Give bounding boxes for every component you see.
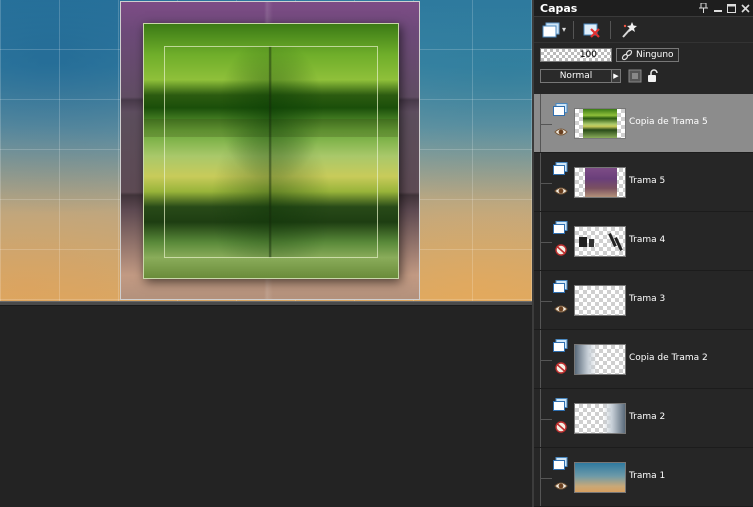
layer-row[interactable]: Trama 4: [534, 212, 753, 271]
layer-thumbnail: [574, 226, 626, 257]
thumb-content: [579, 237, 587, 247]
palette-title: Capas: [540, 1, 578, 15]
layer-group-toggle[interactable]: [628, 69, 642, 83]
artwork-inner-border: [164, 46, 378, 258]
layer-thumbnail: [574, 462, 626, 493]
tree-connector: [540, 301, 552, 302]
tree-connector: [540, 360, 552, 361]
opacity-mask-row: 100 Ninguno: [534, 45, 753, 65]
layer-row[interactable]: Trama 2: [534, 389, 753, 448]
delete-layer-icon: [583, 23, 600, 38]
layer-thumbnail: [574, 285, 626, 316]
raster-layer-icon: [553, 221, 568, 234]
tree-connector: [540, 124, 552, 125]
layer-row[interactable]: Copia de Trama 5: [534, 94, 753, 153]
blend-mode-value: Normal: [559, 71, 593, 81]
tree-connector: [540, 242, 552, 243]
layer-name[interactable]: Trama 4: [629, 235, 665, 245]
thumb-transparency: [617, 109, 625, 138]
layer-row[interactable]: Trama 3: [534, 271, 753, 330]
tree-line: [540, 94, 541, 152]
layer-name[interactable]: Trama 3: [629, 294, 665, 304]
lock-open-icon: [648, 69, 658, 82]
tree-connector: [540, 183, 552, 184]
layer-thumbnail: [574, 403, 626, 434]
layer-thumbnail: [574, 108, 626, 139]
layers-palette: Capas ▾ 100 Ninguno Normal ▶ Copia de Tr…: [532, 0, 753, 507]
new-layer-button[interactable]: [540, 20, 562, 40]
toolbar-separator: [610, 20, 612, 39]
close-icon[interactable]: [739, 2, 752, 15]
eye-hidden-icon[interactable]: [554, 244, 568, 256]
palette-titlebar: Capas: [534, 0, 753, 17]
layer-name[interactable]: Copia de Trama 2: [629, 353, 708, 363]
tree-line: [540, 153, 541, 211]
layer-thumbnail: [574, 344, 626, 375]
eye-icon[interactable]: [554, 126, 568, 138]
layer-name[interactable]: Trama 2: [629, 412, 665, 422]
eye-icon[interactable]: [554, 303, 568, 315]
tree-line: [540, 389, 541, 447]
thumb-content: [575, 345, 597, 374]
raster-layer-icon: [553, 339, 568, 352]
group-layers-icon: [628, 69, 642, 83]
eye-icon[interactable]: [554, 185, 568, 197]
thumb-content: [603, 404, 625, 433]
canvas-workspace[interactable]: [0, 0, 532, 507]
thumb-content: [585, 168, 617, 197]
raster-layer-icon: [553, 162, 568, 175]
mask-selector[interactable]: Ninguno: [616, 48, 679, 62]
layer-name[interactable]: Copia de Trama 5: [629, 117, 708, 127]
raster-layer-icon: [553, 103, 568, 116]
minimize-icon[interactable]: [711, 2, 724, 15]
artwork-green-panel: [143, 23, 399, 279]
thumb-content: [589, 239, 594, 247]
layer-effects-button[interactable]: [618, 20, 640, 40]
link-chain-icon: [621, 49, 633, 61]
thumb-transparency: [575, 109, 583, 138]
layer-name[interactable]: Trama 5: [629, 176, 665, 186]
eye-hidden-icon[interactable]: [554, 362, 568, 374]
delete-layer-button[interactable]: [581, 20, 603, 40]
canvas-divider: [0, 301, 532, 306]
layer-thumbnail: [574, 167, 626, 198]
layer-name[interactable]: Trama 1: [629, 471, 665, 481]
opacity-slider[interactable]: 100: [540, 48, 612, 62]
lock-transparency-button[interactable]: [646, 69, 660, 83]
raster-layer-icon: [553, 398, 568, 411]
eye-icon[interactable]: [554, 480, 568, 492]
raster-layer-icon: [553, 280, 568, 293]
layer-row[interactable]: Copia de Trama 2: [534, 330, 753, 389]
eye-hidden-icon[interactable]: [554, 421, 568, 433]
opacity-value: 100: [579, 50, 597, 60]
magic-wand-icon: [622, 21, 638, 38]
blend-mode-select[interactable]: Normal ▶: [540, 69, 621, 83]
artwork-frame: [120, 1, 420, 300]
tree-connector: [540, 478, 552, 479]
layers-list[interactable]: Copia de Trama 5 Trama 5 Trama 4 Trama 3…: [534, 94, 753, 507]
image-canvas[interactable]: [0, 0, 532, 301]
tree-line: [540, 212, 541, 270]
mask-label: Ninguno: [636, 50, 674, 60]
chevron-right-icon[interactable]: ▶: [611, 69, 621, 83]
tree-connector: [540, 419, 552, 420]
blend-mode-row: Normal ▶: [534, 66, 753, 86]
new-raster-layer-icon: [542, 22, 560, 37]
layer-row[interactable]: Trama 5: [534, 153, 753, 212]
toolbar-separator: [573, 20, 575, 39]
layer-row[interactable]: Trama 1: [534, 448, 753, 507]
palette-toolbar: ▾: [534, 17, 753, 43]
raster-layer-icon: [553, 457, 568, 470]
chevron-down-icon[interactable]: ▾: [562, 25, 566, 34]
maximize-icon[interactable]: [725, 2, 738, 15]
pin-icon[interactable]: [697, 2, 710, 15]
tree-line: [540, 330, 541, 388]
tree-line: [540, 271, 541, 329]
tree-line: [540, 448, 541, 506]
